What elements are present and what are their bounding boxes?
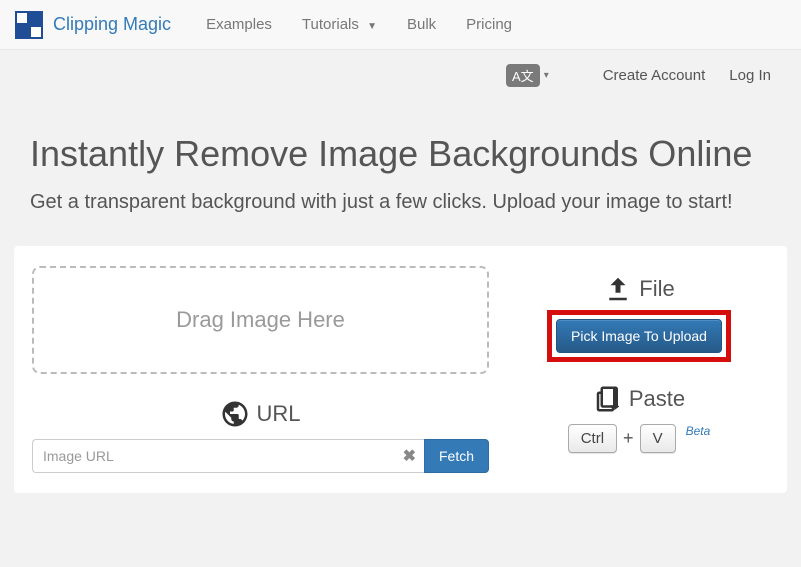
url-input[interactable] <box>32 439 424 473</box>
drop-zone-label: Drag Image Here <box>176 307 345 333</box>
login-link[interactable]: Log In <box>729 67 771 84</box>
highlight-box: Pick Image To Upload <box>547 310 731 362</box>
paste-label: Paste <box>629 386 685 412</box>
upload-left: Drag Image Here URL ✖ Fetch <box>32 266 509 473</box>
nav-tutorials[interactable]: Tutorials ▼ <box>287 1 392 48</box>
language-selector[interactable]: A文 ▾ <box>506 64 549 87</box>
logo-icon <box>15 11 43 39</box>
nav-bulk[interactable]: Bulk <box>392 1 451 48</box>
create-account-link[interactable]: Create Account <box>603 67 706 84</box>
upload-icon <box>603 274 633 304</box>
url-input-wrap: ✖ <box>32 439 424 473</box>
paste-keys: Ctrl + V Beta <box>568 424 711 453</box>
upload-card: Drag Image Here URL ✖ Fetch File Pick Im… <box>14 246 787 493</box>
brand[interactable]: Clipping Magic <box>15 11 171 39</box>
url-group: ✖ Fetch <box>32 439 489 473</box>
nav-examples[interactable]: Examples <box>191 1 287 48</box>
paste-section-head: Paste <box>593 384 685 414</box>
pick-image-button[interactable]: Pick Image To Upload <box>556 319 722 353</box>
key-v: V <box>640 424 676 453</box>
sub-nav: A文 ▾ Create Account Log In <box>0 50 801 93</box>
url-label: URL <box>256 401 300 427</box>
clear-icon[interactable]: ✖ <box>403 446 416 466</box>
nav-tutorials-label: Tutorials <box>302 16 359 33</box>
beta-badge: Beta <box>686 424 711 438</box>
drop-zone[interactable]: Drag Image Here <box>32 266 489 374</box>
hero: Instantly Remove Image Backgrounds Onlin… <box>0 93 801 236</box>
chevron-down-icon: ▾ <box>544 70 549 81</box>
clipboard-icon <box>593 384 623 414</box>
brand-text: Clipping Magic <box>53 14 171 35</box>
file-label: File <box>639 276 674 302</box>
upload-right: File Pick Image To Upload Paste Ctrl + V… <box>509 266 769 473</box>
page-title: Instantly Remove Image Backgrounds Onlin… <box>30 133 771 174</box>
page-subtitle: Get a transparent background with just a… <box>30 188 771 216</box>
globe-icon <box>220 399 250 429</box>
chevron-down-icon: ▼ <box>367 21 377 32</box>
url-section-head: URL <box>32 399 489 429</box>
fetch-button[interactable]: Fetch <box>424 439 489 473</box>
top-nav: Clipping Magic Examples Tutorials ▼ Bulk… <box>0 0 801 50</box>
translate-icon: A文 <box>506 64 540 87</box>
nav-pricing[interactable]: Pricing <box>451 1 527 48</box>
plus-icon: + <box>623 428 634 449</box>
file-section-head: File <box>603 274 674 304</box>
key-ctrl: Ctrl <box>568 424 617 453</box>
